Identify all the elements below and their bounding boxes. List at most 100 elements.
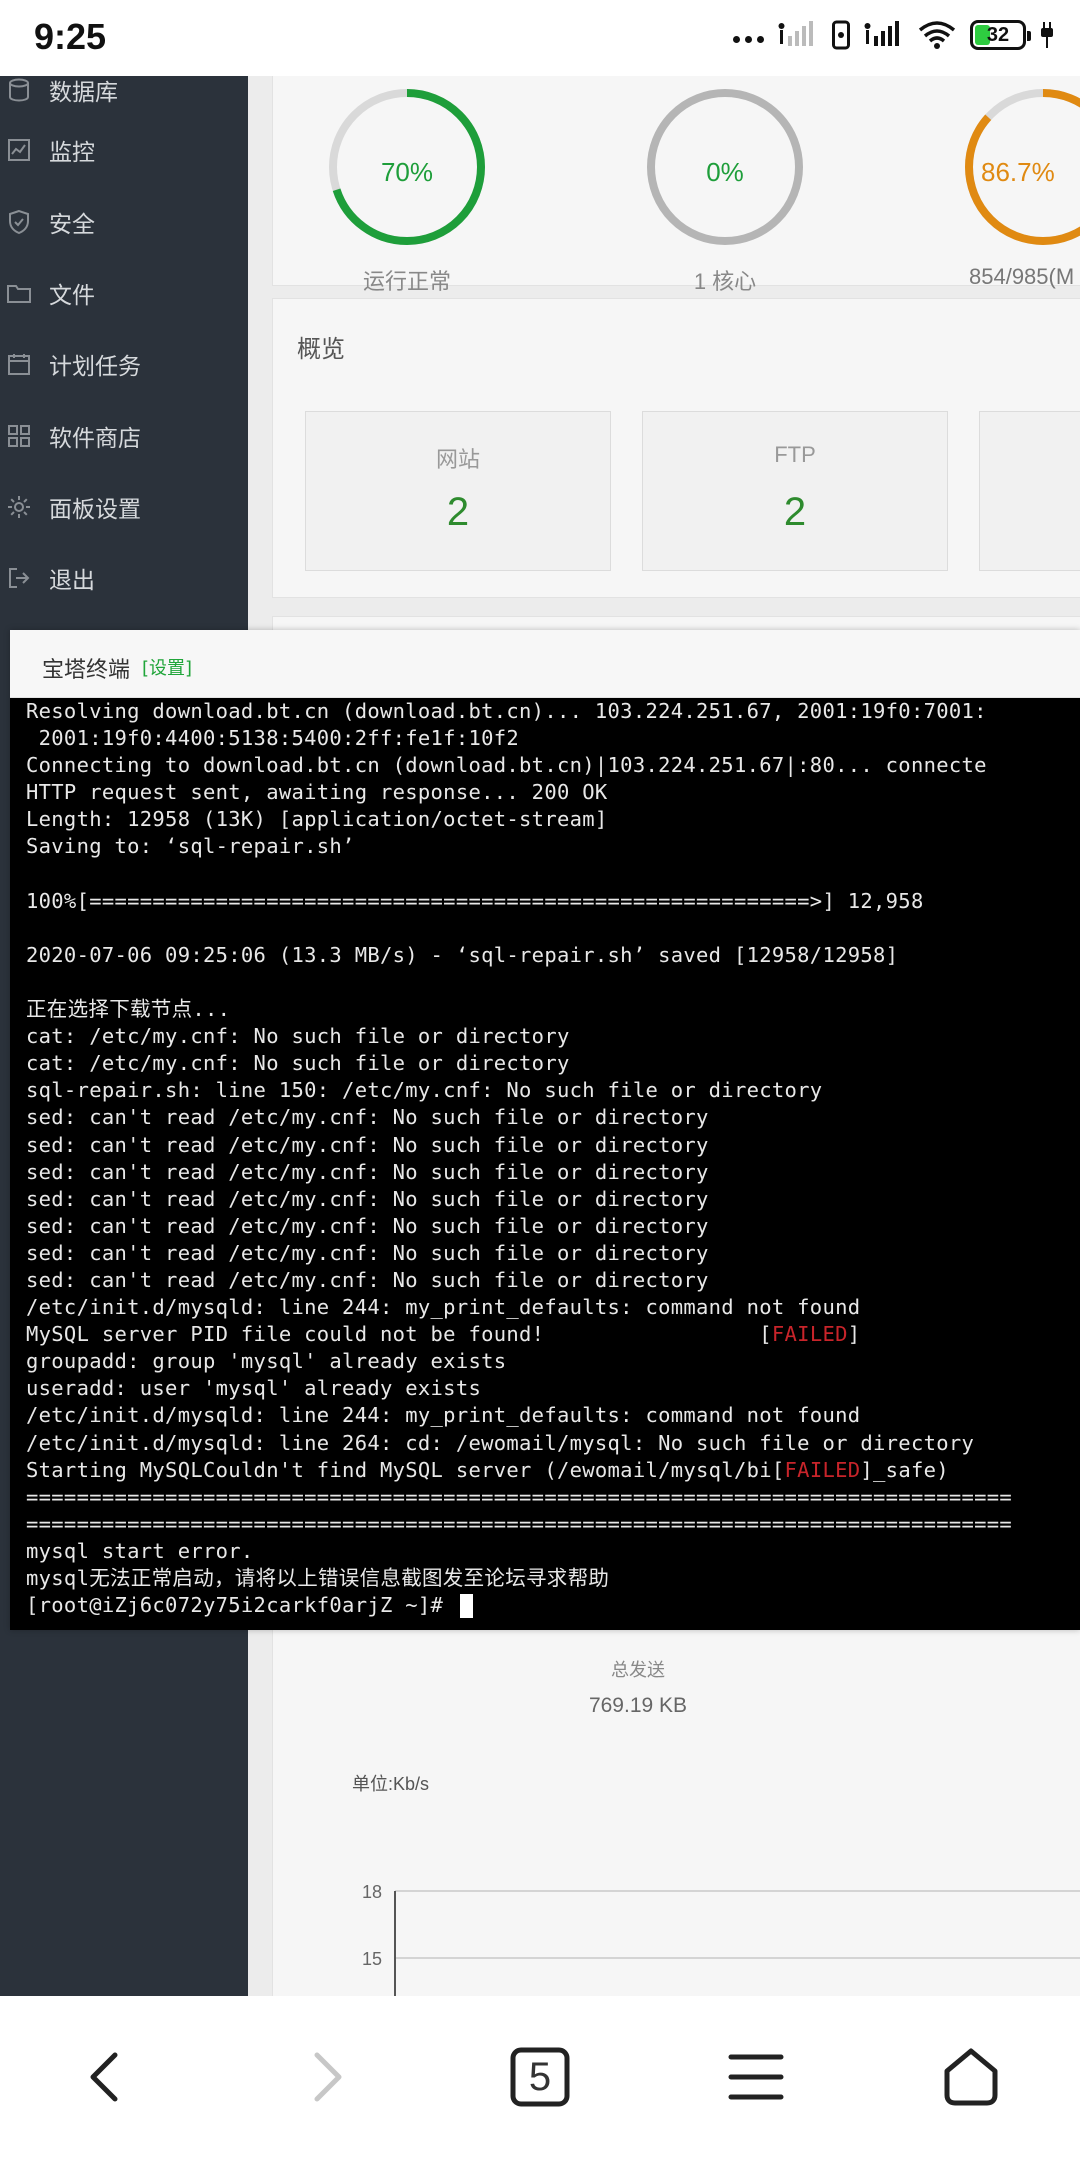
terminal-line: Starting MySQLCouldn't find MySQL server… — [26, 1457, 1080, 1484]
sidebar-item-label: 计划任务 — [49, 354, 141, 380]
traffic-sent-value: 769.19 KB — [588, 1694, 688, 1717]
terminal-line: /etc/init.d/mysqld: line 244: my_print_d… — [26, 1294, 1080, 1321]
sidebar-item-logout[interactable]: 退出 — [0, 548, 248, 608]
sidebar-item-label: 数据库 — [49, 80, 118, 106]
terminal-line-text: MySQL server PID file could not be found… — [26, 1322, 772, 1347]
terminal-line: sql-repair.sh: line 150: /etc/my.cnf: No… — [26, 1077, 1080, 1104]
terminal-line-text: ] — [847, 1322, 861, 1347]
terminal-line-text: 2020-07-06 09:25:06 (13.3 MB/s) - ‘sql-r… — [26, 942, 899, 967]
terminal-line-text: Connecting to download.bt.cn (download.b… — [26, 753, 987, 778]
ring-label-cpu: 1 核心 — [693, 269, 757, 294]
terminal-line-text: Starting MySQLCouldn't find MySQL server… — [26, 1457, 785, 1482]
terminal-header[interactable]: 宝塔终端 [设置] — [10, 630, 1080, 698]
overview-box-ftp[interactable]: FTP 2 — [642, 411, 948, 571]
sim-icon — [832, 20, 850, 50]
forward-button[interactable] — [282, 2032, 372, 2122]
terminal-line-text: sed: can't read /etc/my.cnf: No such fil… — [26, 1186, 709, 1211]
sidebar-item-store[interactable]: 软件商店 — [0, 406, 248, 466]
terminal-line-text: sed: can't read /etc/my.cnf: No such fil… — [26, 1240, 709, 1265]
terminal-line-text: groupadd: group 'mysql' already exists — [26, 1349, 507, 1374]
status-bar: 9:25 32 — [0, 0, 1080, 76]
terminal-line: sed: can't read /etc/my.cnf: No such fil… — [26, 1186, 1080, 1213]
sidebar-item-label: 软件商店 — [49, 426, 141, 452]
terminal-line-text: ========================================… — [26, 1511, 1013, 1536]
sidebar-item-settings[interactable]: 面板设置 — [0, 477, 248, 537]
grid-icon — [6, 423, 32, 449]
terminal-line: Connecting to download.bt.cn (download.b… — [26, 752, 1080, 779]
wifi-icon — [918, 21, 956, 49]
overview-box-title: 网站 — [435, 447, 480, 472]
terminal-line-text: cat: /etc/my.cnf: No such file or direct… — [26, 1051, 570, 1076]
terminal-settings-link[interactable]: [设置] — [142, 654, 192, 680]
terminal-cursor[interactable] — [459, 1594, 473, 1619]
tick-label: 18 — [361, 1882, 382, 1902]
terminal-line: sed: can't read /etc/my.cnf: No such fil… — [26, 1213, 1080, 1240]
terminal-line: 2020-07-06 09:25:06 (13.3 MB/s) - ‘sql-r… — [26, 942, 1080, 969]
overview-box-title: FTP — [774, 442, 816, 467]
terminal-line-text: sed: can't read /etc/my.cnf: No such fil… — [26, 1159, 709, 1184]
terminal-line-text: ]_safe) — [860, 1457, 949, 1482]
terminal-line: Length: 12958 (13K) [application/octet-s… — [26, 806, 1080, 833]
terminal-line-text: 正在选择下载节点... — [26, 997, 231, 1022]
overview-title: 概览 — [297, 335, 345, 363]
terminal-line-text: mysql无法正常启动，请将以上错误信息截图发至论坛寻求帮助 — [26, 1566, 610, 1590]
terminal-line-text: cat: /etc/my.cnf: No such file or direct… — [26, 1024, 570, 1049]
terminal-line-text: useradd: user 'mysql' already exists — [26, 1376, 482, 1401]
sidebar-item-monitor[interactable]: 监控 — [0, 120, 248, 180]
terminal-line: sed: can't read /etc/my.cnf: No such fil… — [26, 1240, 1080, 1267]
more-dots-icon — [733, 35, 764, 43]
terminal-line: useradd: user 'mysql' already exists — [26, 1375, 1080, 1402]
terminal-line: ========================================… — [26, 1484, 1080, 1511]
terminal-line-text: 100%[===================================… — [26, 888, 924, 913]
terminal-line: 100%[===================================… — [26, 888, 1080, 915]
terminal-title: 宝塔终端 — [42, 658, 131, 683]
terminal-line: sed: can't read /etc/my.cnf: No such fil… — [26, 1267, 1080, 1294]
sidebar-item-cron[interactable]: 计划任务 — [0, 334, 248, 394]
ring-value-cpu: 0% — [706, 157, 744, 187]
menu-button[interactable] — [711, 2032, 801, 2122]
home-button[interactable] — [926, 2032, 1016, 2122]
overview-box-websites[interactable]: 网站 2 — [305, 411, 611, 571]
signal-2-icon — [864, 21, 899, 46]
ring-value-memory: 86.7% — [981, 157, 1055, 187]
terminal-line-text: /etc/init.d/mysqld: line 244: my_print_d… — [26, 1295, 861, 1320]
status-icons: 32 — [733, 20, 1054, 50]
terminal-line-text: Saving to: ‘sql-repair.sh’ — [26, 834, 355, 859]
terminal-line-text: [root@iZj6c072y75i2carkf0arjZ ~]# — [26, 1593, 456, 1618]
tab-count: 5 — [528, 2054, 552, 2099]
ring-label-memory: 854/985(M — [969, 264, 1075, 289]
terminal-line: sed: can't read /etc/my.cnf: No such fil… — [26, 1104, 1080, 1131]
terminal-line: /etc/init.d/mysqld: line 264: cd: /ewoma… — [26, 1430, 1080, 1457]
terminal-failed-status: FAILED — [784, 1457, 861, 1482]
sidebar-item-files[interactable]: 文件 — [0, 263, 248, 323]
terminal-line: 2001:19f0:4400:5138:5400:2ff:fe1f:10f2 — [26, 725, 1080, 752]
ring-value-load: 70% — [380, 157, 434, 187]
terminal-line: ========================================… — [26, 1511, 1080, 1538]
terminal-line: HTTP request sent, awaiting response... … — [26, 779, 1080, 806]
menu-icon — [728, 2054, 784, 2100]
sidebar-item-security[interactable]: 安全 — [0, 192, 248, 252]
back-button[interactable] — [60, 2032, 150, 2122]
sidebar-item-label: 退出 — [49, 568, 95, 594]
terminal-line-text: HTTP request sent, awaiting response... … — [26, 780, 608, 805]
gear-icon — [6, 494, 32, 520]
chevron-right-icon — [314, 2052, 342, 2102]
terminal-failed-status: FAILED — [771, 1322, 848, 1347]
overview-box-database[interactable] — [979, 411, 1080, 571]
terminal-line-text: /etc/init.d/mysqld: line 264: cd: /ewoma… — [26, 1430, 975, 1455]
terminal-window[interactable]: 宝塔终端 [设置] Resolving download.bt.cn (down… — [10, 630, 1080, 1630]
signal-1-icon — [778, 21, 813, 46]
terminal-line-text: Length: 12958 (13K) [application/octet-s… — [26, 807, 608, 832]
sidebar-item-label: 面板设置 — [49, 497, 141, 523]
terminal-line: sed: can't read /etc/my.cnf: No such fil… — [26, 1132, 1080, 1159]
terminal-output[interactable]: Resolving download.bt.cn (download.bt.cn… — [10, 698, 1080, 1630]
tabs-button[interactable]: 5 — [495, 2032, 585, 2122]
terminal-line: mysql无法正常启动，请将以上错误信息截图发至论坛寻求帮助 — [26, 1565, 1080, 1592]
terminal-line: Saving to: ‘sql-repair.sh’ — [26, 833, 1080, 860]
terminal-line-text: /etc/init.d/mysqld: line 244: my_print_d… — [26, 1403, 861, 1428]
terminal-line: cat: /etc/my.cnf: No such file or direct… — [26, 1023, 1080, 1050]
tick-label: 15 — [361, 1949, 382, 1969]
terminal-line-text: sed: can't read /etc/my.cnf: No such fil… — [26, 1267, 709, 1292]
sidebar-item-label: 文件 — [49, 283, 95, 309]
